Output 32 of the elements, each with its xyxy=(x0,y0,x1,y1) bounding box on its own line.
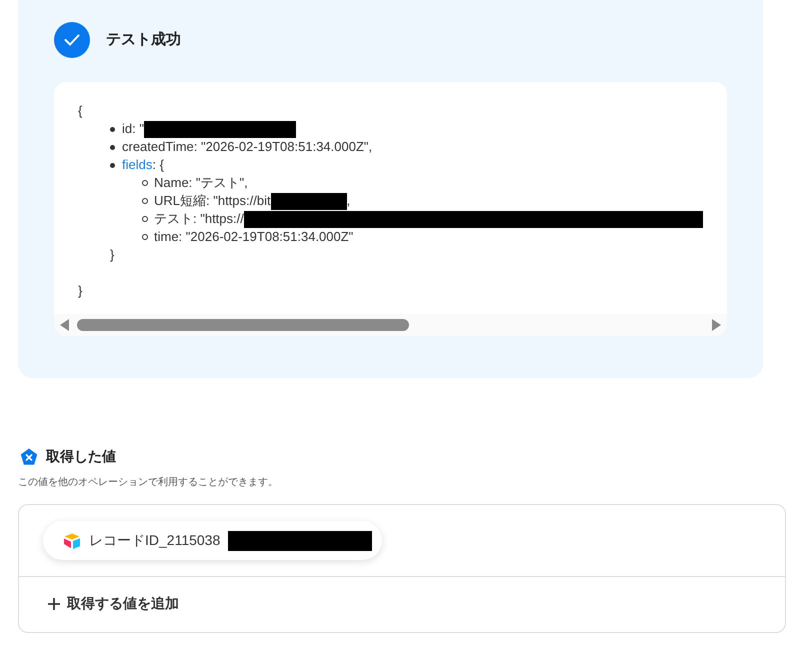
add-value-button[interactable]: 取得する値を追加 xyxy=(47,593,179,614)
code-line: URL短縮: "https://bit xyxy=(154,192,271,210)
bullet-icon xyxy=(142,198,148,204)
variable-icon xyxy=(20,448,38,466)
code-line: : { xyxy=(152,156,164,174)
bullet-icon xyxy=(110,126,115,132)
code-line: id: " xyxy=(122,120,144,138)
bullet-icon xyxy=(110,144,115,150)
bullet-icon xyxy=(142,180,148,186)
code-line: time: "2026-02-19T08:51:34.000Z" xyxy=(154,228,354,246)
section-title: 取得した値 xyxy=(46,447,116,466)
bullet-icon xyxy=(142,216,148,222)
bullet-icon xyxy=(142,234,148,240)
horizontal-scrollbar[interactable] xyxy=(54,314,727,336)
key-link[interactable]: fields xyxy=(122,156,152,174)
code-line: , xyxy=(346,192,350,210)
code-line: createdTime: "2026-02-19T08:51:34.000Z", xyxy=(122,138,372,156)
app-logo-icon xyxy=(63,532,81,548)
code-line: } xyxy=(78,282,84,300)
plus-icon xyxy=(47,596,61,610)
code-line: } xyxy=(110,246,116,264)
value-chip[interactable]: レコードID_2115038 xyxy=(43,521,382,560)
status-title: テスト成功 xyxy=(106,30,181,50)
code-line: { xyxy=(78,102,84,120)
scrollbar-thumb[interactable] xyxy=(77,319,409,331)
value-label: レコードID_2115038 xyxy=(89,531,220,550)
bullet-icon xyxy=(110,162,115,168)
code-line: Name: "テスト", xyxy=(154,174,248,192)
scroll-right-icon[interactable] xyxy=(712,319,721,331)
scroll-left-icon[interactable] xyxy=(60,319,69,331)
section-description: この値を他のオペレーションで利用することができます。 xyxy=(18,476,279,490)
code-line: テスト: "https:// xyxy=(154,210,244,228)
